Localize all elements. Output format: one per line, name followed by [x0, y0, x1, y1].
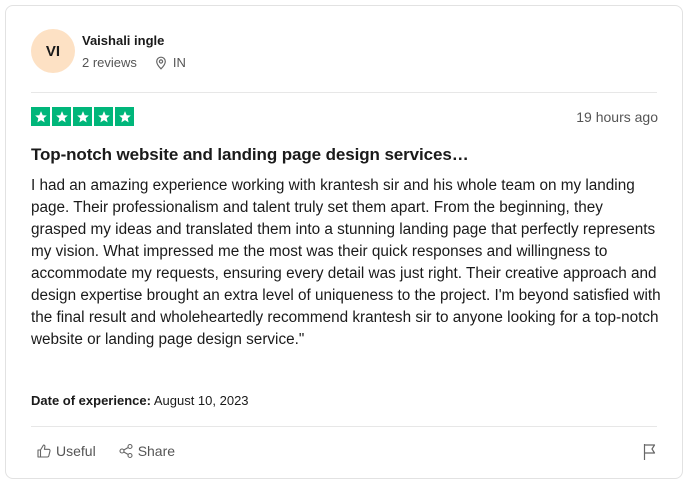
review-title[interactable]: Top-notch website and landing page desig…: [31, 145, 469, 165]
avatar[interactable]: VI: [31, 29, 75, 73]
share-label: Share: [137, 443, 176, 459]
avatar-initials: VI: [45, 42, 61, 60]
experience-label: Date of experience:: [31, 393, 151, 408]
date-of-experience: Date of experience: August 10, 2023: [31, 393, 249, 408]
reviewer-meta: 2 reviews IN: [82, 55, 186, 70]
divider: [31, 426, 657, 427]
review-body: I had an amazing experience working with…: [31, 177, 661, 348]
star-rating: [31, 107, 136, 126]
thumbs-up-icon: [37, 444, 51, 458]
reviewer-country: IN: [172, 55, 186, 70]
review-actions: Useful Share: [36, 443, 197, 459]
reviewer-name[interactable]: Vaishali ingle: [82, 33, 164, 48]
star-icon: [115, 107, 134, 126]
review-card: VI Vaishali ingle 2 reviews IN 19 hours …: [5, 5, 683, 479]
review-date: 19 hours ago: [576, 109, 658, 125]
report-flag-button[interactable]: [642, 443, 658, 466]
useful-label: Useful: [56, 443, 96, 459]
flag-icon: [643, 444, 656, 460]
experience-date: August 10, 2023: [153, 393, 249, 408]
star-icon: [31, 107, 50, 126]
divider: [31, 92, 657, 93]
star-icon: [73, 107, 92, 126]
star-icon: [52, 107, 71, 126]
share-button[interactable]: Share: [118, 443, 175, 459]
location-pin-icon: [155, 56, 167, 70]
reviews-count: 2 reviews: [82, 55, 137, 70]
star-icon: [94, 107, 113, 126]
share-icon: [119, 443, 133, 459]
useful-button[interactable]: Useful: [36, 443, 96, 459]
